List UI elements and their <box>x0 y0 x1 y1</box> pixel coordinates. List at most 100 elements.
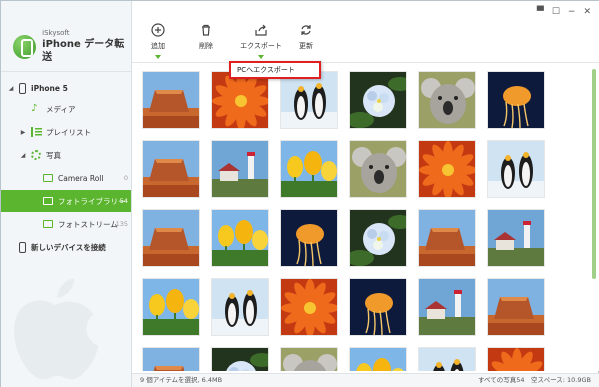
sidebar-item-media[interactable]: ♪ メディア <box>1 98 131 120</box>
item-count: 135 <box>115 220 128 228</box>
photo-thumbnail-penguins[interactable] <box>280 71 338 129</box>
expand-arrow-icon[interactable]: ◢ <box>7 85 15 92</box>
sidebar-item-label: フォトライブラリー <box>58 196 126 206</box>
photo-thumbnail-koala[interactable] <box>280 347 338 371</box>
photo-thumbnail-tulips[interactable] <box>211 209 269 267</box>
photo-penguins-image <box>488 141 544 197</box>
photo-flower-image <box>419 141 475 197</box>
add-label: 追加 <box>151 42 165 50</box>
apple-watermark-icon <box>13 278 99 380</box>
sidebar: iSkysoft iPhone データ転送 ◢ iPhone 5 ♪ メディア … <box>1 1 132 387</box>
photo-lighthouse-image <box>212 141 268 197</box>
photo-thumbnail-canyon[interactable] <box>487 278 545 336</box>
feedback-icon[interactable]: ☐ <box>552 7 560 17</box>
photo-thumbnail-flower[interactable] <box>280 278 338 336</box>
storage-summary: すべての写真54 空スペース: 10.9GB <box>477 376 591 384</box>
photos-icon <box>31 150 41 160</box>
photo-thumbnail-tulips[interactable] <box>349 347 407 371</box>
iskysoft-logo-icon <box>13 34 37 59</box>
sidebar-item-label: iPhone 5 <box>31 83 68 93</box>
export-label: エクスポート <box>240 42 282 50</box>
photo-thumbnail-canyon[interactable] <box>142 347 200 371</box>
device-icon <box>19 241 26 253</box>
export-to-pc-menu-item[interactable]: PCへエクスポート <box>237 66 295 74</box>
photo-thumbnail-penguins[interactable] <box>211 278 269 336</box>
sidebar-item-camera-roll[interactable]: Camera Roll 0 <box>1 167 131 189</box>
photo-jellyfish-image <box>281 210 337 266</box>
picture-icon <box>43 197 53 205</box>
expand-arrow-icon[interactable]: ◢ <box>19 152 27 159</box>
sidebar-item-connect-device[interactable]: 新しいデバイスを接続 <box>1 236 131 258</box>
photo-thumbnail-koala[interactable] <box>418 71 476 129</box>
picture-icon <box>43 174 53 182</box>
refresh-icon <box>299 23 313 37</box>
trash-icon <box>199 23 213 37</box>
sidebar-item-label: Camera Roll <box>58 173 104 183</box>
photo-thumbnail-flower[interactable] <box>487 347 545 371</box>
add-icon <box>151 23 165 37</box>
sidebar-item-photos[interactable]: ◢ 写真 <box>1 144 131 166</box>
photo-hydrangea-image <box>350 210 406 266</box>
photo-tulips-image <box>281 141 337 197</box>
app-title: iPhone データ転送 <box>42 39 125 63</box>
photo-tulips-image <box>350 348 406 371</box>
photo-thumbnail-hydrangea[interactable] <box>349 209 407 267</box>
photo-thumbnail-canyon[interactable] <box>142 209 200 267</box>
sidebar-item-photo-library[interactable]: フォトライブラリー 54 <box>1 190 131 212</box>
playlist-icon <box>31 127 42 137</box>
photo-thumbnail-flower[interactable] <box>211 71 269 129</box>
photo-thumbnail-lighthouse[interactable] <box>487 209 545 267</box>
delete-label: 削除 <box>199 42 213 50</box>
photo-thumbnail-koala[interactable] <box>349 140 407 198</box>
sidebar-item-label: フォトストリーム <box>58 219 118 229</box>
dropdown-arrow-icon <box>155 55 161 59</box>
scrollbar-thumb[interactable] <box>592 69 596 279</box>
close-icon[interactable]: ✕ <box>583 7 591 17</box>
minimize-icon[interactable]: − <box>568 7 576 17</box>
photo-thumbnail-penguins[interactable] <box>418 347 476 371</box>
photo-thumbnail-penguins[interactable] <box>487 140 545 198</box>
photo-hydrangea-image <box>212 348 268 371</box>
photo-thumbnail-tulips[interactable] <box>280 140 338 198</box>
sidebar-item-label: 写真 <box>46 150 61 160</box>
photo-thumbnail-tulips[interactable] <box>142 278 200 336</box>
toolbar: 追加 削除 エクスポート 更新 ▀ ☐ − ✕ <box>132 1 599 63</box>
sidebar-item-playlist[interactable]: ▶ プレイリスト <box>1 121 131 143</box>
photo-thumbnail-hydrangea[interactable] <box>211 347 269 371</box>
photo-koala-image <box>281 348 337 371</box>
add-button[interactable]: 追加 <box>136 23 180 59</box>
photo-thumbnail-canyon[interactable] <box>142 71 200 129</box>
export-menu: PCへエクスポート <box>229 61 321 79</box>
sidebar-item-photo-stream[interactable]: フォトストリーム 135 <box>1 213 131 235</box>
photo-thumbnail-jellyfish[interactable] <box>349 278 407 336</box>
photo-thumbnail-hydrangea[interactable] <box>349 71 407 129</box>
refresh-label: 更新 <box>299 42 313 50</box>
photo-penguins-image <box>212 279 268 335</box>
photo-thumbnail-lighthouse[interactable] <box>211 140 269 198</box>
photo-penguins-image <box>419 348 475 371</box>
photo-flower-image <box>488 348 544 371</box>
export-button[interactable]: エクスポート <box>234 23 288 59</box>
photo-koala-image <box>419 72 475 128</box>
photo-thumbnail-lighthouse[interactable] <box>418 278 476 336</box>
export-icon <box>254 23 268 37</box>
sidebar-item-device[interactable]: ◢ iPhone 5 <box>1 77 131 99</box>
dropdown-arrow-icon <box>258 55 264 59</box>
photo-thumbnail-jellyfish[interactable] <box>280 209 338 267</box>
status-bar: 9 個アイテムを選択, 6.4MB すべての写真54 空スペース: 10.9GB <box>132 373 599 387</box>
selection-status: 9 個アイテムを選択, 6.4MB <box>140 376 223 384</box>
iphone-icon <box>19 82 26 94</box>
delete-button[interactable]: 削除 <box>184 23 228 51</box>
photo-lighthouse-image <box>419 279 475 335</box>
photo-thumbnail-canyon[interactable] <box>142 140 200 198</box>
sidebar-divider <box>1 71 131 72</box>
music-note-icon: ♪ <box>31 103 38 114</box>
photo-thumbnail-canyon[interactable] <box>418 209 476 267</box>
app-window: iSkysoft iPhone データ転送 ◢ iPhone 5 ♪ メディア … <box>0 0 599 387</box>
picture-icon <box>43 220 53 228</box>
photo-thumbnail-jellyfish[interactable] <box>487 71 545 129</box>
expand-arrow-icon[interactable]: ▶ <box>19 129 27 136</box>
photo-thumbnail-flower[interactable] <box>418 140 476 198</box>
message-icon[interactable]: ▀ <box>537 7 544 17</box>
refresh-button[interactable]: 更新 <box>284 23 328 51</box>
